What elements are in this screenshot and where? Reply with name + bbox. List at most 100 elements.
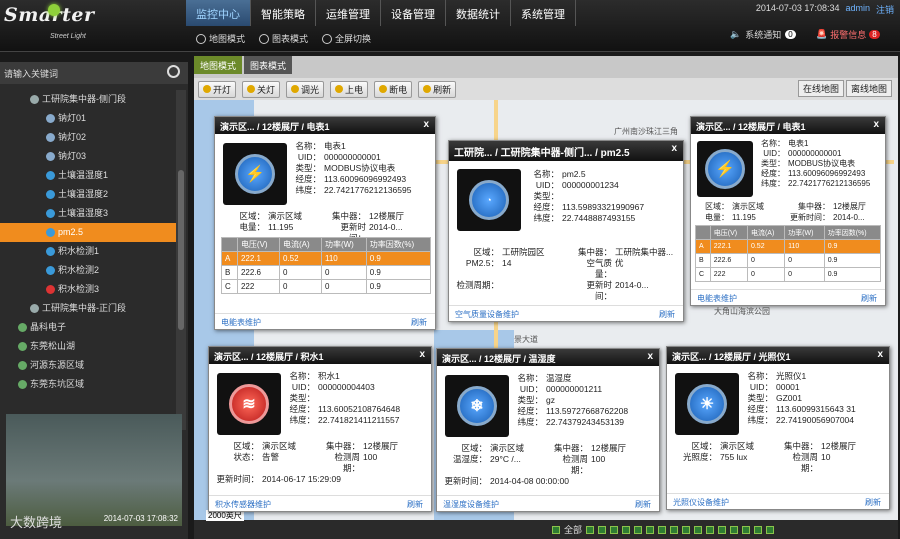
close-icon[interactable]: x: [671, 143, 677, 154]
refresh-link[interactable]: 刷新: [659, 309, 675, 320]
tree-item[interactable]: 土壤温湿度3: [0, 204, 176, 223]
alarm-icon: 🚨: [816, 29, 828, 39]
maintenance-link[interactable]: 积水传感器维护: [215, 500, 271, 509]
nav-device[interactable]: 设备管理: [381, 0, 446, 26]
refresh-link[interactable]: 刷新: [865, 497, 881, 508]
nav-maintenance[interactable]: 运维管理: [316, 0, 381, 26]
notify-button[interactable]: 🔈 系统通知 0: [730, 28, 796, 41]
tree-item[interactable]: 晶科电子: [0, 318, 176, 337]
tree-item[interactable]: 土壤温湿度2: [0, 185, 176, 204]
tab-map[interactable]: 地图模式: [194, 56, 243, 74]
tree-item[interactable]: 东莞松山湖: [0, 337, 176, 356]
nav-monitor[interactable]: 监控中心: [186, 0, 251, 26]
filter-checkbox[interactable]: [634, 525, 643, 534]
search-input[interactable]: 请输入关键词: [0, 62, 188, 84]
power-off-button[interactable]: 断电: [374, 80, 413, 98]
tree-item[interactable]: 钠灯03: [0, 147, 176, 166]
maintenance-link[interactable]: 光照仪设备维护: [673, 498, 729, 507]
nav-statistics[interactable]: 数据统计: [446, 0, 511, 26]
map-mode-button[interactable]: 地图模式: [196, 32, 245, 45]
camera-video[interactable]: 2014-07-03 17:08:32: [6, 414, 182, 526]
tree-scrollbar[interactable]: [176, 90, 186, 430]
tree-item-label: 河源东源区域: [30, 360, 85, 370]
device-icon-box: ≋: [217, 373, 281, 435]
nav-strategy[interactable]: 智能策略: [251, 0, 316, 26]
card-title: 演示区... / 12楼展厅 / 温湿度 x: [437, 349, 659, 366]
user-link[interactable]: admin: [845, 3, 870, 16]
filter-checkbox[interactable]: [694, 525, 703, 534]
maintenance-link[interactable]: 空气质量设备维护: [455, 310, 519, 319]
filter-checkbox[interactable]: [730, 525, 739, 534]
logout-link[interactable]: 注销: [876, 3, 894, 16]
refresh-link[interactable]: 刷新: [635, 499, 651, 510]
tree-item[interactable]: 钠灯02: [0, 128, 176, 147]
tree-item[interactable]: 工研院集中器-正门段: [0, 299, 176, 318]
refresh-button[interactable]: 刷新: [418, 80, 457, 98]
device-icon: [46, 209, 55, 218]
refresh-link[interactable]: 刷新: [411, 317, 427, 328]
filter-checkbox[interactable]: [718, 525, 727, 534]
tree-item[interactable]: 钠灯01: [0, 109, 176, 128]
close-icon[interactable]: x: [419, 349, 425, 360]
filter-checkbox[interactable]: [646, 525, 655, 534]
tree-item-label: 工研院集中器-正门段: [42, 303, 126, 313]
alarm-button[interactable]: 🚨 报警信息 8: [816, 28, 880, 41]
power-on-button[interactable]: 上电: [330, 80, 369, 98]
online-map-button[interactable]: 在线地图: [797, 80, 844, 97]
light-off-button[interactable]: 关灯: [242, 80, 281, 98]
card-footer: 电能表维护 刷新: [691, 289, 885, 305]
checkbox-all[interactable]: [552, 525, 560, 534]
filter-checkbox[interactable]: [610, 525, 619, 534]
nav-system[interactable]: 系统管理: [511, 0, 576, 26]
maintenance-link[interactable]: 温湿度设备维护: [443, 500, 499, 509]
filter-checkbox[interactable]: [622, 525, 631, 534]
maintenance-link[interactable]: 电能表维护: [221, 318, 261, 327]
maintenance-link[interactable]: 电能表维护: [697, 294, 737, 303]
card-title: 演示区... / 12楼展厅 / 光照仪1 x: [667, 347, 889, 364]
tree-item[interactable]: 河源东源区域: [0, 356, 176, 375]
close-icon[interactable]: x: [423, 119, 429, 130]
map-label: 大角山海滨公园: [714, 307, 770, 316]
filter-checkbox[interactable]: [586, 525, 595, 534]
device-tree: 工研院集中器-侧门段 钠灯01 钠灯02 钠灯03 土壤温湿度1 土壤温湿度2 土壤温湿度3…: [0, 90, 176, 430]
filter-checkbox[interactable]: [682, 525, 691, 534]
tree-item[interactable]: pm2.5: [0, 223, 176, 242]
device-icon: [18, 342, 27, 351]
card-footer: 温湿度设备维护 刷新: [437, 495, 659, 511]
light-on-button[interactable]: 开灯: [198, 80, 237, 98]
filter-checkbox[interactable]: [766, 525, 775, 534]
offline-map-button[interactable]: 离线地图: [845, 80, 892, 97]
chart-icon: [259, 33, 270, 44]
bulb-icon: [48, 4, 60, 16]
filter-checkbox[interactable]: [742, 525, 751, 534]
tree-item-label: 东莞东坑区域: [30, 379, 85, 389]
close-icon[interactable]: x: [647, 351, 653, 362]
scroll-thumb[interactable]: [178, 170, 184, 330]
filter-checkbox[interactable]: [658, 525, 667, 534]
filter-checkbox[interactable]: [670, 525, 679, 534]
chart-mode-button[interactable]: 图表模式: [259, 32, 308, 45]
tree-item[interactable]: 积水检测1: [0, 242, 176, 261]
speaker-icon: 🔈: [730, 29, 742, 39]
close-icon[interactable]: x: [873, 119, 879, 130]
tree-item[interactable]: 土壤温湿度1: [0, 166, 176, 185]
refresh-link[interactable]: 刷新: [407, 499, 423, 510]
table-row: B 222.6 0 0 0.9: [221, 265, 432, 280]
tree-item[interactable]: 东莞东坑区域: [0, 375, 176, 394]
dim-button[interactable]: 调光: [286, 80, 325, 98]
fullscreen-button[interactable]: 全屏切换: [322, 32, 371, 45]
close-icon[interactable]: x: [877, 349, 883, 360]
tree-item[interactable]: 工研院集中器-侧门段: [0, 90, 176, 109]
filter-checkbox[interactable]: [706, 525, 715, 534]
tree-item[interactable]: 积水检测3: [0, 280, 176, 299]
filter-checkbox[interactable]: [754, 525, 763, 534]
filter-checkbox[interactable]: [598, 525, 607, 534]
device-icon: [30, 304, 39, 313]
search-icon[interactable]: [167, 65, 180, 78]
refresh-link[interactable]: 刷新: [861, 293, 877, 304]
tab-chart[interactable]: 图表模式: [244, 56, 293, 74]
tree-item[interactable]: 积水检测2: [0, 261, 176, 280]
top-bar: Smarter Street Light 监控中心 智能策略 运维管理 设备管理…: [0, 0, 900, 52]
bulb-icon: [203, 85, 211, 93]
device-icon: [46, 190, 55, 199]
